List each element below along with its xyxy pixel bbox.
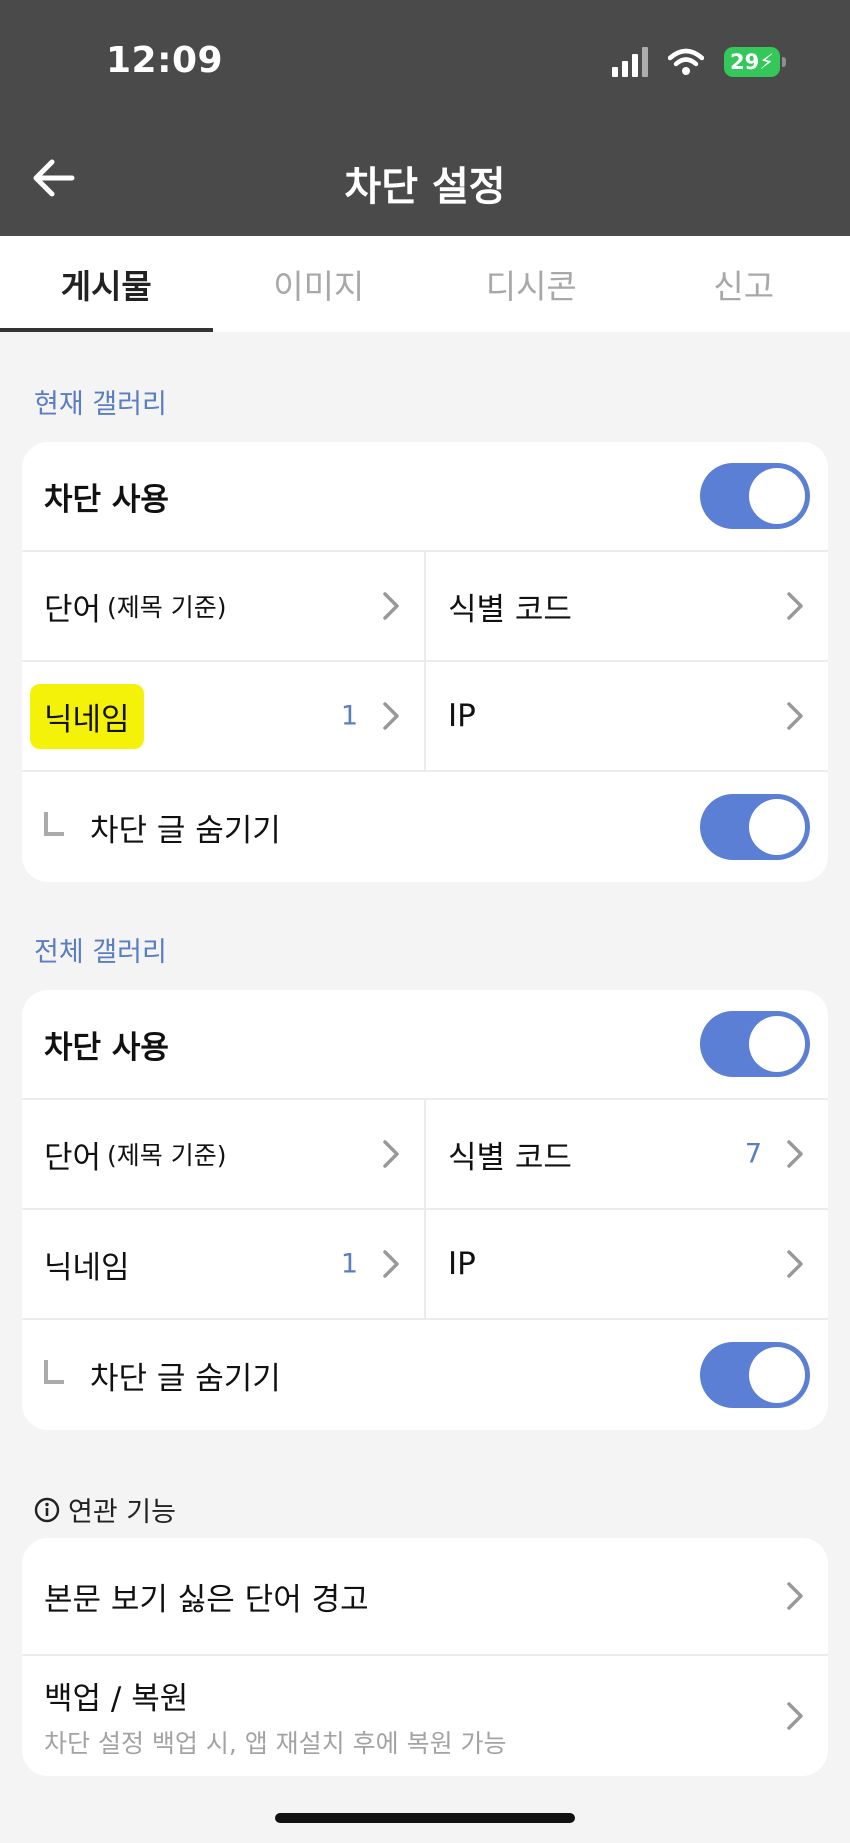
- nickname-count: 1: [340, 700, 358, 732]
- all-gallery-label: 전체 갤러리: [34, 937, 167, 968]
- home-indicator[interactable]: [275, 1813, 575, 1823]
- page-title: 차단 설정: [344, 164, 506, 210]
- status-time: 12:09: [106, 40, 224, 81]
- status-icons: 29 ⚡: [612, 44, 786, 80]
- word-label: 단어: [44, 1139, 102, 1176]
- info-icon: [34, 1497, 60, 1522]
- ip-label: IP: [448, 698, 476, 734]
- current-gallery-label: 현재 갤러리: [34, 389, 167, 420]
- current-nickname-cell[interactable]: 닉네임 1: [22, 662, 424, 770]
- word-sub-label: (제목 기준): [107, 593, 227, 622]
- current-use-block-toggle[interactable]: [700, 463, 810, 529]
- wifi-icon: [668, 48, 704, 75]
- chevron-right-icon: [383, 1140, 399, 1168]
- current-id-code-cell[interactable]: 식별 코드: [424, 552, 828, 660]
- chevron-right-icon: [787, 1702, 803, 1730]
- toggle-knob: [749, 799, 805, 855]
- current-word-cell[interactable]: 단어 (제목 기준): [22, 552, 424, 660]
- chevron-right-icon: [383, 592, 399, 620]
- related-item-title: 백업 / 복원: [44, 1680, 189, 1717]
- all-ip-cell[interactable]: IP: [424, 1210, 828, 1318]
- current-use-block-row: 차단 사용: [22, 442, 828, 552]
- all-id-code-cell[interactable]: 식별 코드 7: [424, 1100, 828, 1208]
- current-nick-ip-row: 닉네임 1 IP: [22, 662, 828, 772]
- battery-icon: 29 ⚡: [724, 47, 786, 77]
- tab-posts[interactable]: 게시물: [0, 236, 213, 332]
- related-section-label: 연관 기능: [34, 1490, 176, 1529]
- related-item-title: 본문 보기 싫은 단어 경고: [44, 1581, 369, 1618]
- id-code-label: 식별 코드: [448, 1139, 572, 1176]
- chevron-right-icon: [787, 1250, 803, 1278]
- all-nickname-cell[interactable]: 닉네임 1: [22, 1210, 424, 1318]
- all-gallery-card: 차단 사용 단어 (제목 기준) 식별 코드 7 닉네임 1 IP 차단 글 숨…: [22, 990, 828, 1430]
- related-card: 본문 보기 싫은 단어 경고 백업 / 복원 차단 설정 백업 시, 앱 재설치…: [22, 1538, 828, 1776]
- signal-icon: [612, 47, 648, 77]
- hide-posts-label: 차단 글 숨기기: [90, 812, 281, 849]
- all-hide-row: 차단 글 숨기기: [22, 1320, 828, 1430]
- all-use-block-toggle[interactable]: [700, 1011, 810, 1077]
- id-code-count: 7: [744, 1138, 762, 1170]
- tab-dccon[interactable]: 디시콘: [425, 236, 638, 332]
- chevron-right-icon: [787, 1140, 803, 1168]
- tab-bar: 게시물 이미지 디시콘 신고: [0, 236, 850, 332]
- nickname-label: 닉네임: [30, 683, 144, 749]
- nickname-count: 1: [340, 1248, 358, 1280]
- current-hide-row: 차단 글 숨기기: [22, 772, 828, 882]
- current-gallery-card: 차단 사용 단어 (제목 기준) 식별 코드 닉네임 1 IP 차단 글 숨기기: [22, 442, 828, 882]
- tab-images[interactable]: 이미지: [213, 236, 426, 332]
- chevron-right-icon: [787, 592, 803, 620]
- related-item-subtitle: 차단 설정 백업 시, 앱 재설치 후에 복원 가능: [44, 1728, 507, 1758]
- word-label: 단어: [44, 591, 102, 628]
- chevron-right-icon: [787, 702, 803, 730]
- battery-level: 29: [730, 50, 760, 74]
- all-use-block-row: 차단 사용: [22, 990, 828, 1100]
- toggle-knob: [749, 468, 805, 524]
- chevron-right-icon: [383, 1250, 399, 1278]
- related-item-backup[interactable]: 백업 / 복원 차단 설정 백업 시, 앱 재설치 후에 복원 가능: [22, 1656, 828, 1776]
- hide-posts-label: 차단 글 숨기기: [90, 1360, 281, 1397]
- chevron-right-icon: [383, 702, 399, 730]
- all-use-block-label: 차단 사용: [44, 1029, 169, 1066]
- related-label-text: 연관 기능: [68, 1497, 176, 1528]
- id-code-label: 식별 코드: [448, 591, 572, 628]
- current-ip-cell[interactable]: IP: [424, 662, 828, 770]
- word-sub-label: (제목 기준): [107, 1141, 227, 1170]
- all-word-cell[interactable]: 단어 (제목 기준): [22, 1100, 424, 1208]
- sub-item-indent-icon: [44, 812, 64, 836]
- chevron-right-icon: [787, 1582, 803, 1610]
- all-nick-ip-row: 닉네임 1 IP: [22, 1210, 828, 1320]
- tab-report[interactable]: 신고: [638, 236, 850, 332]
- app-header: 12:09 29 ⚡ 차단 설정: [0, 0, 850, 236]
- toggle-knob: [749, 1347, 805, 1403]
- current-word-id-row: 단어 (제목 기준) 식별 코드: [22, 552, 828, 662]
- related-item-word-warning[interactable]: 본문 보기 싫은 단어 경고: [22, 1538, 828, 1656]
- nickname-label: 닉네임: [44, 1249, 130, 1286]
- toggle-knob: [749, 1016, 805, 1072]
- sub-item-indent-icon: [44, 1360, 64, 1384]
- current-hide-toggle[interactable]: [700, 794, 810, 860]
- all-hide-toggle[interactable]: [700, 1342, 810, 1408]
- ip-label: IP: [448, 1246, 476, 1282]
- current-use-block-label: 차단 사용: [44, 481, 169, 518]
- all-word-id-row: 단어 (제목 기준) 식별 코드 7: [22, 1100, 828, 1210]
